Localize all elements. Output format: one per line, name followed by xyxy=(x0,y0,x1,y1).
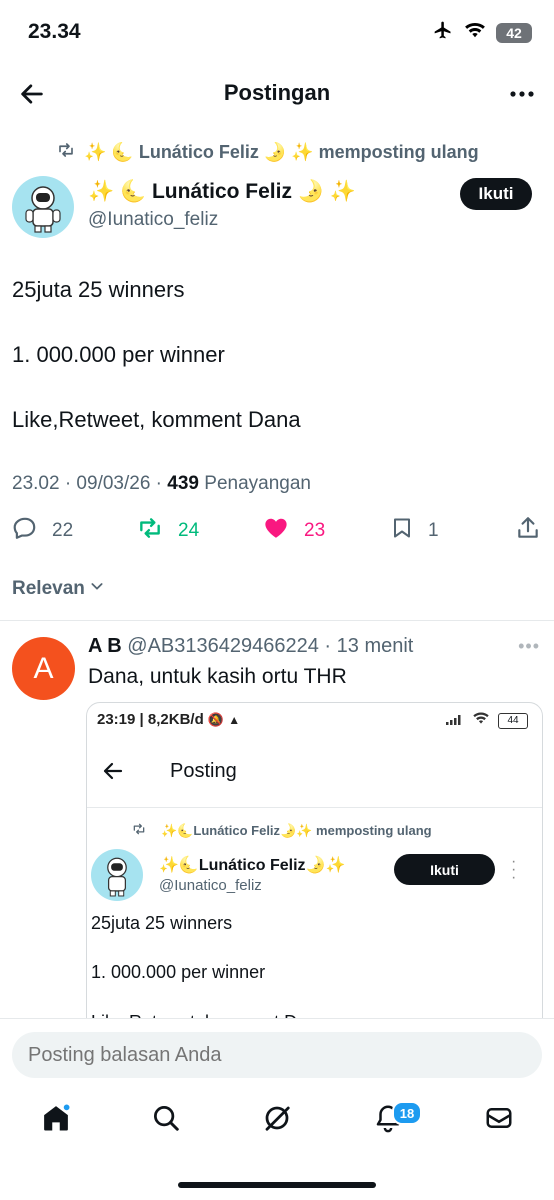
embed-mute-icon: 🔕 xyxy=(207,712,225,727)
repost-action[interactable]: 24 xyxy=(136,515,199,547)
repost-text: ✨ 🌜 Lunático Feliz 🌛 ✨ memposting ulang xyxy=(84,142,479,162)
home-indicator xyxy=(178,1182,376,1188)
grok-icon xyxy=(262,1103,292,1138)
embed-author-handle: @Iunatico_feliz xyxy=(159,877,262,894)
embed-wifi-icon xyxy=(472,711,490,730)
sort-label: Relevan xyxy=(12,578,85,599)
wifi-icon xyxy=(464,21,486,44)
embed-text-line-1: 25juta 25 winners xyxy=(91,913,233,933)
reply-avatar[interactable]: A xyxy=(12,637,75,700)
nav-grok[interactable] xyxy=(259,1102,295,1138)
post-meta: 23.02 · 09/03/26 · 439 Penayangan xyxy=(12,473,311,495)
page-title: Postingan xyxy=(223,80,331,105)
post-text-line-2: 1. 000.000 per winner xyxy=(12,342,225,367)
reply-text: Dana, untuk kasih ortu THR xyxy=(88,665,347,688)
reply-attached-image[interactable]: 23:19 | 8,2KB/d 🔕 ▲ 44 Posting ✨🌜Lunátic… xyxy=(86,702,543,1034)
views-count: 439 xyxy=(167,473,199,494)
author-handle[interactable]: @Iunatico_feliz xyxy=(88,209,218,231)
chevron-down-icon xyxy=(89,578,105,600)
bookmark-action[interactable]: 1 xyxy=(390,515,439,547)
share-icon xyxy=(515,515,541,547)
envelope-icon xyxy=(484,1103,514,1138)
embed-more-icon: · · · xyxy=(511,853,517,886)
reply-time: · 13 menit xyxy=(324,635,414,657)
heart-icon xyxy=(262,515,290,547)
sort-dropdown[interactable]: Relevan xyxy=(12,578,105,600)
embed-divider xyxy=(87,807,542,808)
views-label: Penayangan xyxy=(204,473,311,494)
battery-indicator: 42 xyxy=(496,22,532,43)
repost-indicator[interactable]: ✨ 🌜 Lunático Feliz 🌛 ✨ memposting ulang xyxy=(56,141,479,164)
embed-title: Posting xyxy=(170,760,237,782)
reply-header: A B @AB3136429466224 · 13 menit xyxy=(88,635,413,658)
post-timestamp[interactable]: 23.02 · 09/03/26 · xyxy=(12,473,162,494)
bookmark-count: 1 xyxy=(428,520,439,541)
embed-text-line-2: 1. 000.000 per winner xyxy=(91,962,266,982)
airplane-icon xyxy=(432,20,454,45)
search-icon xyxy=(151,1103,181,1138)
embed-signal-icon xyxy=(446,712,464,730)
reply-icon xyxy=(12,515,38,547)
reply-input[interactable] xyxy=(12,1032,542,1078)
post-text-line-3: Like,Retweet, komment Dana xyxy=(12,407,301,432)
embed-repost-indicator: ✨🌜Lunático Feliz🌛✨ memposting ulang xyxy=(131,822,432,839)
embed-author-avatar xyxy=(91,849,143,901)
notifications-badge: 18 xyxy=(392,1101,422,1125)
embed-warning-icon: ▲ xyxy=(228,713,241,727)
like-action[interactable]: 23 xyxy=(262,515,325,547)
nav-search[interactable] xyxy=(148,1102,184,1138)
embed-repost-text: ✨🌜Lunático Feliz🌛✨ memposting ulang xyxy=(161,822,432,838)
post-actions: 22 24 23 1 xyxy=(12,515,542,547)
more-options-icon[interactable] xyxy=(508,80,536,108)
repost-count: 24 xyxy=(178,520,200,541)
bookmark-icon xyxy=(390,515,414,547)
embed-battery: 44 xyxy=(498,712,528,729)
repost-small-icon xyxy=(56,141,76,164)
follow-button[interactable]: Ikuti xyxy=(460,178,532,210)
embed-status-icons: 44 xyxy=(446,711,528,730)
author-name[interactable]: ✨ 🌜 Lunático Feliz 🌛 ✨ xyxy=(88,180,356,204)
repost-icon xyxy=(136,515,164,547)
embed-author-name: ✨🌜Lunático Feliz🌛✨ xyxy=(159,857,346,874)
author-avatar[interactable] xyxy=(12,176,74,238)
nav-home[interactable] xyxy=(38,1102,74,1138)
embed-follow-button: Ikuti xyxy=(394,854,495,885)
divider xyxy=(0,620,554,621)
reply-author-name[interactable]: A B xyxy=(88,635,122,657)
share-action[interactable] xyxy=(515,515,541,547)
embed-back-arrow-icon xyxy=(101,759,125,788)
nav-messages[interactable] xyxy=(481,1102,517,1138)
home-icon xyxy=(41,1102,71,1138)
status-time: 23.34 xyxy=(28,20,81,43)
bottom-nav xyxy=(0,1096,554,1152)
reply-more-icon[interactable]: ••• xyxy=(518,636,540,657)
embed-repost-icon xyxy=(131,822,147,839)
reply-count: 22 xyxy=(52,520,74,541)
reply-author-handle[interactable]: @AB3136429466224 xyxy=(127,635,319,657)
status-icons: 42 xyxy=(432,20,532,45)
embed-status-text: 23:19 | 8,2KB/d xyxy=(97,711,204,728)
embed-status-bar: 23:19 | 8,2KB/d 🔕 ▲ xyxy=(97,711,240,728)
post-text-line-1: 25juta 25 winners xyxy=(12,277,185,302)
like-count: 23 xyxy=(304,520,326,541)
reply-action[interactable]: 22 xyxy=(12,515,73,547)
